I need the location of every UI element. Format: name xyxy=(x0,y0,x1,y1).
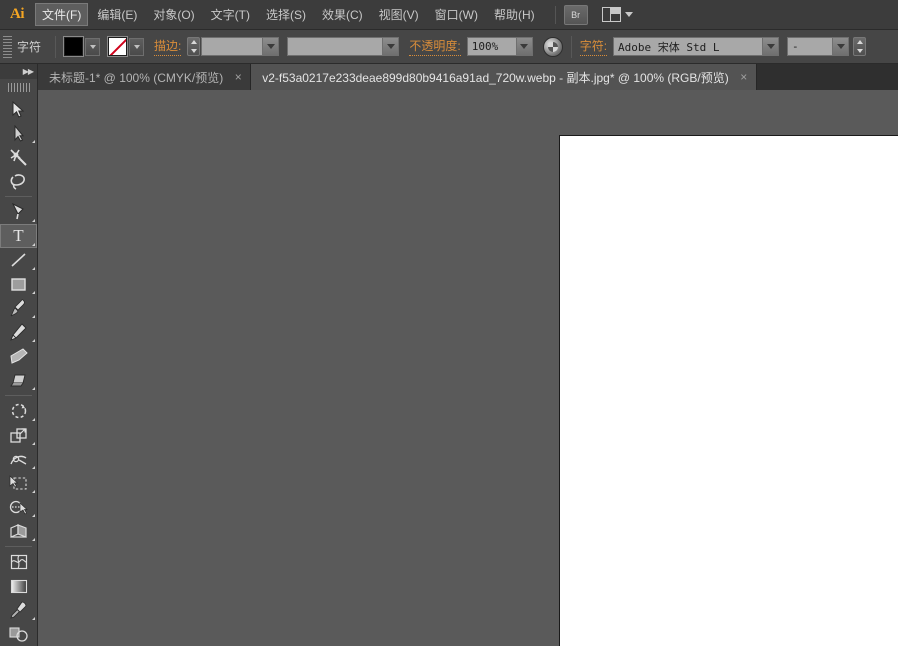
pencil-tool[interactable] xyxy=(0,320,37,344)
recolor-artwork-icon[interactable] xyxy=(542,36,563,57)
document-tab-perfume[interactable]: v2-f53a0217e233deae899d80b9416a91ad_720w… xyxy=(251,64,757,90)
menu-bar: Ai 文件(F) 编辑(E) 对象(O) 文字(T) 选择(S) 效果(C) 视… xyxy=(0,0,898,30)
menu-item-edit[interactable]: 编辑(E) xyxy=(90,3,144,26)
control-bar: 字符 描边: 不透明度: 100% 字符: Adobe 宋体 Std L - xyxy=(0,30,898,64)
tools-panel-grip[interactable] xyxy=(0,81,37,94)
tab-title: v2-f53a0217e233deae899d80b9416a91ad_720w… xyxy=(262,70,729,85)
menu-item-view[interactable]: 视图(V) xyxy=(372,3,426,26)
close-icon[interactable]: × xyxy=(232,70,244,84)
tool-more-indicator xyxy=(32,315,35,318)
magic-wand-tool[interactable] xyxy=(0,145,37,169)
menu-item-file[interactable]: 文件(F) xyxy=(35,3,89,26)
control-bar-grip[interactable] xyxy=(3,35,12,58)
blend-tool[interactable] xyxy=(0,622,37,646)
divider xyxy=(55,35,57,58)
blob-brush-tool[interactable] xyxy=(0,344,37,368)
stroke-weight-dropdown-icon[interactable] xyxy=(262,38,279,55)
font-family-dropdown-icon[interactable] xyxy=(762,38,779,55)
control-panel-label: 字符 xyxy=(17,40,42,54)
character-panel-label[interactable]: 字符: xyxy=(579,37,608,56)
double-arrow-collapse-icon[interactable]: ▶▶ xyxy=(23,67,34,76)
tab-title: 未标题-1* @ 100% (CMYK/预览) xyxy=(49,70,224,85)
tool-divider xyxy=(5,395,32,396)
type-tool-icon: T xyxy=(13,226,24,245)
type-tool[interactable]: T xyxy=(0,224,37,248)
tool-more-indicator xyxy=(32,140,35,143)
rectangle-tool[interactable] xyxy=(0,272,37,296)
stroke-weight-input[interactable] xyxy=(201,37,280,56)
tools-panel-header[interactable]: ▶▶ xyxy=(0,64,37,79)
opacity-value: 100% xyxy=(471,40,499,53)
scale-tool[interactable] xyxy=(0,423,37,447)
font-size-stepper[interactable] xyxy=(853,37,867,56)
width-tool[interactable] xyxy=(0,447,37,471)
rotate-tool[interactable] xyxy=(0,399,37,423)
shape-builder-tool[interactable] xyxy=(0,495,37,519)
tool-more-indicator xyxy=(32,418,35,421)
lasso-tool[interactable] xyxy=(0,169,37,193)
fill-swatch-dropdown[interactable] xyxy=(85,37,101,56)
tool-more-indicator xyxy=(32,243,35,246)
eyedropper-tool[interactable] xyxy=(0,598,37,622)
stroke-weight-label[interactable]: 描边: xyxy=(154,37,182,56)
menu-item-select[interactable]: 选择(S) xyxy=(259,3,313,26)
bridge-button[interactable]: Br xyxy=(563,4,588,25)
tool-more-indicator xyxy=(32,617,35,620)
document-tab-untitled[interactable]: 未标题-1* @ 100% (CMYK/预览) × xyxy=(38,64,252,90)
close-icon[interactable]: × xyxy=(738,70,750,84)
eraser-tool[interactable] xyxy=(0,368,37,392)
paintbrush-tool[interactable] xyxy=(0,296,37,320)
menu-item-help[interactable]: 帮助(H) xyxy=(487,3,542,26)
tool-more-indicator xyxy=(32,514,35,517)
opacity-dropdown-icon[interactable] xyxy=(515,38,532,55)
tool-more-indicator xyxy=(32,466,35,469)
selection-tool[interactable] xyxy=(0,97,37,121)
mesh-tool[interactable] xyxy=(0,550,37,574)
opacity-input[interactable]: 100% xyxy=(466,37,533,56)
stroke-swatch-dropdown[interactable] xyxy=(129,37,145,56)
stroke-color-swatch[interactable] xyxy=(108,37,128,56)
document-tab-bar: 未标题-1* @ 100% (CMYK/预览) × v2-f53a0217e23… xyxy=(0,64,898,90)
font-style-value: - xyxy=(792,40,799,53)
menu-item-effect[interactable]: 效果(C) xyxy=(315,3,370,26)
stroke-profile-select[interactable] xyxy=(287,37,400,56)
tool-divider xyxy=(5,196,32,197)
divider xyxy=(570,35,572,58)
tool-more-indicator xyxy=(32,538,35,541)
menu-item-window[interactable]: 窗口(W) xyxy=(428,3,485,26)
illustrator-window: Ai 文件(F) 编辑(E) 对象(O) 文字(T) 选择(S) 效果(C) 视… xyxy=(0,0,898,646)
app-logo: Ai xyxy=(10,6,25,22)
tool-more-indicator xyxy=(32,291,35,294)
line-segment-tool[interactable] xyxy=(0,248,37,272)
opacity-label[interactable]: 不透明度: xyxy=(409,37,461,56)
tool-more-indicator xyxy=(32,267,35,270)
font-family-select[interactable]: Adobe 宋体 Std L xyxy=(613,37,780,56)
font-style-dropdown-icon[interactable] xyxy=(832,38,849,55)
tool-more-indicator xyxy=(32,219,35,222)
menu-divider xyxy=(554,5,556,24)
artboard[interactable]: 输入文字信息 极光下载站 www.xz7.com xyxy=(559,135,898,646)
tool-divider xyxy=(5,546,32,547)
tools-panel: ▶▶ T xyxy=(0,64,38,646)
chevron-down-icon xyxy=(624,12,633,17)
fill-color-swatch[interactable] xyxy=(64,37,84,56)
tool-more-indicator xyxy=(32,387,35,390)
canvas-area[interactable]: 输入文字信息 极光下载站 www.xz7.com xyxy=(38,90,898,646)
pen-tool[interactable] xyxy=(0,200,37,224)
stroke-profile-dropdown-icon[interactable] xyxy=(382,38,399,55)
stroke-weight-stepper[interactable] xyxy=(187,37,201,56)
perspective-grid-tool[interactable] xyxy=(0,519,37,543)
font-family-value: Adobe 宋体 Std L xyxy=(618,40,720,54)
arrange-documents-icon xyxy=(601,7,621,22)
font-style-select[interactable]: - xyxy=(787,37,850,56)
menu-item-type[interactable]: 文字(T) xyxy=(204,3,257,26)
free-transform-tool[interactable] xyxy=(0,471,37,495)
tool-more-indicator xyxy=(32,339,35,342)
tool-more-indicator xyxy=(32,442,35,445)
tool-more-indicator xyxy=(32,490,35,493)
direct-selection-tool[interactable] xyxy=(0,121,37,145)
menu-item-object[interactable]: 对象(O) xyxy=(146,3,201,26)
arrange-documents-button[interactable] xyxy=(601,7,633,22)
gradient-tool[interactable] xyxy=(0,574,37,598)
